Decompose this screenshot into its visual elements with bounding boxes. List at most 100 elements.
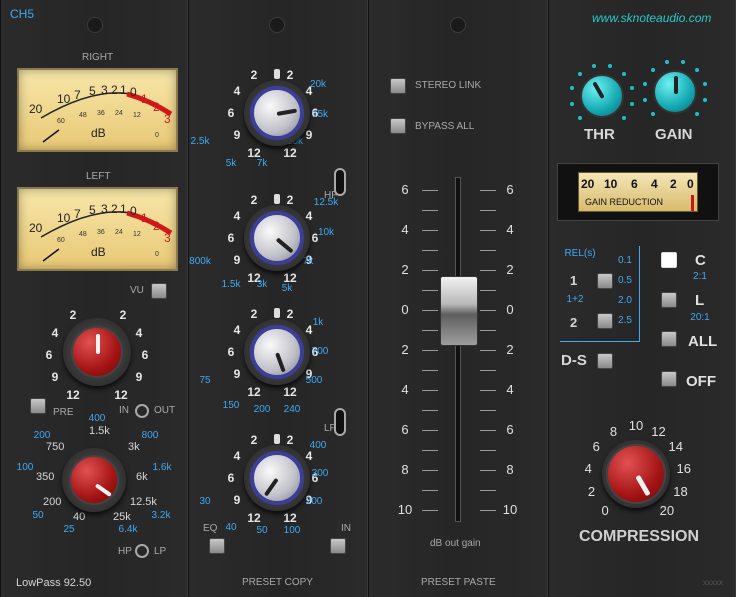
- meter-tick: 10: [57, 92, 71, 106]
- eq-band-4-knob[interactable]: [244, 445, 310, 511]
- meter-inner: 0: [155, 251, 159, 258]
- gain-label: GAIN: [655, 126, 693, 143]
- eq-freq-label: 1k: [312, 317, 324, 328]
- preset-paste-button[interactable]: PRESET PASTE: [421, 577, 496, 588]
- vu-checkbox[interactable]: [151, 283, 167, 299]
- eq-freq-label: 800k: [189, 256, 211, 267]
- eq-freq-label: 150: [222, 400, 240, 411]
- knob-pointer: [592, 81, 605, 99]
- screw: [87, 17, 103, 33]
- meter-inner: 36: [97, 110, 105, 117]
- fader-tick: [422, 390, 438, 391]
- meter-tick: 3: [101, 202, 108, 216]
- compression-scale-label: 0: [601, 502, 609, 518]
- filter-scale: 400: [88, 413, 106, 424]
- screw: [269, 17, 285, 33]
- ratio-sub: 2:1: [693, 271, 707, 282]
- fader-scale-label: 0: [506, 302, 514, 317]
- knob-scale-dot: [591, 64, 596, 69]
- eq-scale-label: 6: [227, 231, 235, 245]
- compression-title: COMPRESSION: [579, 528, 700, 545]
- makeup-gain-knob[interactable]: [653, 70, 697, 114]
- compression-scale-label: 14: [668, 439, 684, 455]
- eq-in-checkbox[interactable]: [330, 538, 346, 554]
- eq-checkbox[interactable]: [209, 538, 225, 554]
- fader-tick: [480, 210, 496, 211]
- gr-scale: 2: [670, 177, 677, 191]
- meter-tick: 5: [89, 203, 96, 217]
- preset-copy-button[interactable]: PRESET COPY: [242, 577, 313, 588]
- meter-tick: 7: [74, 207, 81, 221]
- filter-scale: 6k: [136, 471, 148, 483]
- ratio-off-checkbox[interactable]: [661, 371, 677, 387]
- knob-scale-label: 12: [114, 388, 128, 402]
- eq-freq-label: 7k: [256, 158, 268, 169]
- out-gain-fader-handle[interactable]: [440, 276, 478, 346]
- eq-scale-label: 6: [227, 471, 235, 485]
- filter-scale: 350: [36, 471, 55, 483]
- in-out-switch[interactable]: [135, 404, 149, 418]
- filter-scale: 3k: [128, 441, 140, 453]
- input-gain-knob-cap: [71, 326, 123, 378]
- fader-tick: [480, 430, 496, 431]
- knob-pointer: [635, 474, 651, 497]
- compression-knob[interactable]: [602, 440, 670, 508]
- ratio-l-checkbox[interactable]: [661, 292, 677, 308]
- fader-tick: [480, 190, 496, 191]
- eq-freq-label: 100: [283, 525, 301, 536]
- hp-lp-switch[interactable]: [135, 544, 149, 558]
- stereo-link-checkbox[interactable]: [390, 78, 406, 94]
- eq-scale-label: 12: [283, 511, 297, 525]
- release-value: 0.1: [618, 255, 632, 266]
- meter-inner: 12: [133, 231, 141, 238]
- fader-tick: [480, 310, 496, 311]
- fader-tick: [480, 450, 496, 451]
- ratio-all-checkbox[interactable]: [661, 331, 677, 347]
- threshold-knob[interactable]: [580, 74, 624, 118]
- meter-tick: 1: [141, 211, 148, 225]
- eq-scale-label: 2: [250, 433, 258, 447]
- fader-tick: [422, 310, 438, 311]
- ratio-c-checkbox[interactable]: [661, 252, 677, 268]
- gr-scale: 4: [651, 177, 658, 191]
- eq-band-2-knob[interactable]: [244, 205, 310, 271]
- fader-tick: [422, 510, 438, 511]
- fader-scale-label: 6: [401, 182, 409, 197]
- compression-scale-label: 8: [609, 423, 618, 439]
- pre-checkbox[interactable]: [30, 398, 46, 414]
- filter-scale: 6.4k: [118, 524, 138, 535]
- release-value: 2.0: [618, 295, 632, 306]
- fader-tick: [422, 270, 438, 271]
- meter-left-label: LEFT: [86, 171, 111, 182]
- compression-scale-label: 10: [628, 418, 644, 433]
- filter-scale: 40: [73, 511, 86, 523]
- lf-shelf-toggle[interactable]: [334, 408, 346, 436]
- meter-tick: 2: [153, 219, 160, 233]
- bypass-all-checkbox[interactable]: [390, 118, 406, 134]
- input-gain-knob[interactable]: [63, 318, 131, 386]
- meter-tick: 3: [101, 83, 108, 97]
- eq-freq-label: 40: [225, 522, 237, 533]
- stereo-link-label: STEREO LINK: [415, 80, 482, 91]
- knob-scale-dot: [621, 72, 626, 77]
- eq-scale-label: 9: [233, 253, 241, 267]
- eq-band-1-knob[interactable]: [244, 80, 310, 146]
- gr-scale: 6: [631, 177, 638, 191]
- eq-scale-label: 2: [250, 307, 258, 321]
- eq-scale-label: 4: [233, 323, 241, 337]
- deesser-checkbox[interactable]: [597, 353, 613, 369]
- filter-knob[interactable]: [62, 448, 126, 512]
- fader-scale-label: 4: [506, 382, 514, 397]
- meter-unit: dB: [91, 245, 106, 259]
- vu-label: VU: [130, 285, 144, 296]
- fader-tick: [480, 410, 496, 411]
- fader-scale-label: 8: [401, 462, 409, 477]
- eq-freq-label: 5k: [281, 283, 293, 294]
- website-link[interactable]: www.sknoteaudio.com: [592, 11, 711, 25]
- filter-scale: 1.5k: [89, 425, 110, 437]
- fader-tick: [422, 210, 438, 211]
- meter-tick: 7: [74, 88, 81, 102]
- hf-shelf-toggle[interactable]: [334, 168, 346, 196]
- eq-band-3-knob[interactable]: [244, 319, 310, 385]
- meter-inner: 48: [79, 112, 87, 119]
